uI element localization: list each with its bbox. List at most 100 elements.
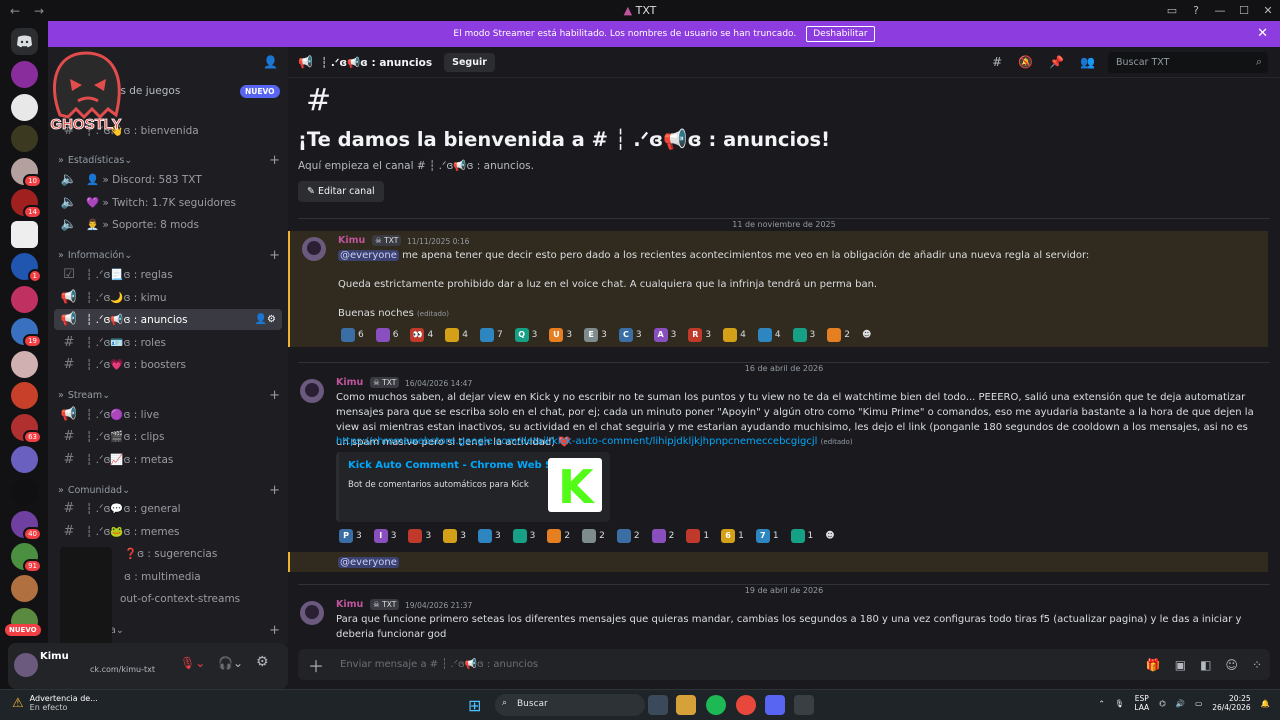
server-icon[interactable] (11, 94, 38, 121)
reaction[interactable]: 3 (510, 528, 539, 544)
language-indicator[interactable]: ESP LAA (1134, 694, 1149, 712)
channel-stat-discord[interactable]: 🔈 👤 » Discord: 583 TXT (54, 169, 282, 190)
clock[interactable]: 20:25 26/4/2026 (1212, 694, 1250, 712)
server-icon[interactable]: 63 (11, 414, 42, 444)
server-icon[interactable] (11, 575, 38, 602)
reaction[interactable]: 👀 4 (407, 327, 436, 343)
add-friend-icon[interactable]: 👤 (263, 55, 278, 69)
reaction[interactable]: 1 (683, 528, 712, 544)
server-icon[interactable] (11, 351, 38, 378)
reaction[interactable]: I3 (371, 528, 400, 544)
reaction[interactable]: 2 (544, 528, 573, 544)
add-channel-icon[interactable]: + (269, 483, 280, 498)
avatar[interactable] (300, 601, 324, 625)
category-stream[interactable]: » Stream ⌄ + (58, 388, 280, 403)
reaction[interactable]: 6 (373, 327, 402, 343)
file-explorer-icon[interactable] (676, 695, 696, 715)
channel-stat-twitch[interactable]: 🔈 💜 » Twitch: 1.7K seguidores (54, 192, 282, 213)
mute-icon[interactable]: 🎙⌄ (180, 656, 205, 670)
avatar[interactable] (302, 237, 326, 261)
close-window-icon[interactable]: ✕ (1256, 4, 1280, 17)
message[interactable]: Kimu ☠ TXT 11/11/2025 0:16 @everyone me … (288, 231, 1268, 347)
notifications-icon[interactable]: 🔔 (1261, 699, 1270, 708)
settings-icon[interactable]: 👤⚙ (255, 314, 276, 325)
gif-icon[interactable]: ▣ (1175, 658, 1186, 672)
reaction[interactable]: R3 (685, 327, 714, 343)
sticker-icon[interactable]: ◧ (1200, 658, 1211, 672)
everyone-mention[interactable]: @everyone (338, 557, 399, 568)
spotify-icon[interactable] (706, 695, 726, 715)
category-comunidad[interactable]: » Comunidad ⌄ + (58, 483, 280, 498)
channel-general[interactable]: # ┆ .ᐟɞ💬ɞ : general (54, 498, 282, 519)
link-embed[interactable]: Kick Auto Comment - Chrome Web Store Bot… (336, 452, 610, 522)
inbox-icon[interactable]: ▭ (1160, 4, 1184, 17)
reaction[interactable]: 2 (579, 528, 608, 544)
server-icon[interactable] (11, 446, 38, 473)
server-icon[interactable]: 1 (11, 253, 42, 283)
everyone-mention[interactable]: @everyone (338, 250, 399, 261)
add-channel-icon[interactable]: + (269, 623, 280, 638)
tray-chevron-icon[interactable]: ⌃ (1099, 699, 1105, 708)
server-icon[interactable] (11, 286, 38, 313)
message[interactable]: Kimu ☠ TXT 19/04/2026 21:37 Para que fun… (288, 597, 1268, 649)
reaction[interactable]: Q3 (512, 327, 541, 343)
reaction[interactable]: 3 (475, 528, 504, 544)
channel-kimu[interactable]: 📢 ┆ .ᐟɞ🌙ɞ : kimu (54, 287, 282, 308)
user-settings-icon[interactable]: ⚙ (256, 654, 269, 670)
windows-start-icon[interactable]: ⊞ (468, 696, 481, 715)
reaction[interactable]: U3 (546, 327, 575, 343)
network-icon[interactable]: ⌬ (1159, 699, 1166, 708)
channel-boosters[interactable]: # ┆ .ᐟɞ💗ɞ : boosters (54, 354, 282, 375)
category-estadisticas[interactable]: » Estadísticas ⌄ + (58, 153, 280, 168)
channel-metas[interactable]: # ┆ .ᐟɞ📈ɞ : metas (54, 449, 282, 470)
server-icon[interactable] (11, 125, 38, 152)
notifications-muted-icon[interactable]: 🔕 (1018, 55, 1033, 69)
volume-icon[interactable]: 🔊 (1176, 699, 1185, 708)
minimize-icon[interactable]: — (1208, 4, 1232, 17)
channel-memes[interactable]: # ┆ .ᐟɞ🐸ɞ : memes (54, 521, 282, 542)
chrome-icon[interactable] (736, 695, 756, 715)
add-channel-icon[interactable]: + (269, 248, 280, 263)
reaction[interactable]: 6 (338, 327, 367, 343)
server-icon[interactable]: 19 (11, 318, 42, 348)
reaction[interactable]: A3 (651, 327, 680, 343)
reaction[interactable]: P3 (336, 528, 365, 544)
attach-plus-icon[interactable]: ＋ (308, 653, 324, 677)
follow-button[interactable]: Seguir (444, 52, 495, 72)
reaction[interactable]: 2 (614, 528, 643, 544)
server-icon[interactable]: 91 (11, 543, 42, 573)
avatar[interactable] (14, 653, 38, 677)
reaction[interactable]: 61 (718, 528, 747, 544)
reaction[interactable]: 3 (790, 327, 819, 343)
add-reaction-icon[interactable]: ☻ (859, 327, 874, 343)
message-author[interactable]: Kimu (336, 599, 363, 610)
message[interactable]: @everyone (288, 552, 1268, 572)
reaction[interactable]: C3 (616, 327, 645, 343)
reaction[interactable]: 4 (755, 327, 784, 343)
message-author[interactable]: Kimu (336, 377, 363, 388)
threads-icon[interactable]: # (992, 55, 1002, 69)
reaction[interactable]: 7 (477, 327, 506, 343)
username[interactable]: Kimu (40, 651, 69, 662)
server-icon[interactable] (11, 221, 38, 248)
reaction[interactable]: 1 (788, 528, 817, 544)
message-author[interactable]: Kimu (338, 235, 365, 246)
server-icon[interactable]: 14 (11, 189, 42, 219)
server-icon[interactable] (11, 479, 38, 506)
headphones-icon[interactable]: 🎧⌄ (218, 656, 243, 670)
server-icon[interactable] (11, 382, 38, 409)
battery-icon[interactable]: ▭ (1195, 699, 1202, 708)
help-icon[interactable]: ? (1184, 4, 1208, 17)
server-icon[interactable] (11, 61, 38, 88)
apps-icon[interactable]: ⁘ (1252, 658, 1262, 672)
pin-icon[interactable]: 📌 (1049, 55, 1064, 69)
server-icon[interactable]: 10 (11, 158, 42, 188)
reaction[interactable]: 3 (405, 528, 434, 544)
reaction[interactable]: 2 (824, 327, 853, 343)
microphone-icon[interactable]: 🎙 (1115, 699, 1125, 708)
avatar[interactable] (300, 379, 324, 403)
weather-warning[interactable]: ⚠ Advertencia de... En efecto (12, 694, 98, 712)
members-icon[interactable]: 👥 (1080, 55, 1095, 69)
task-view-icon[interactable] (648, 695, 668, 715)
reaction[interactable]: 71 (753, 528, 782, 544)
